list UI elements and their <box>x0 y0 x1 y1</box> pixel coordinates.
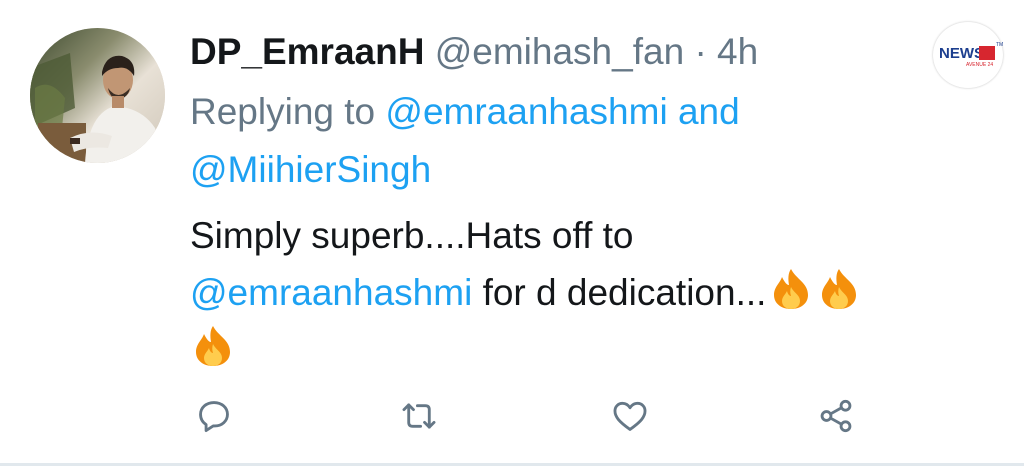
reply-mention-link[interactable]: @emraanhashmi <box>385 91 667 132</box>
tweet-content: DP_EmraanH @emihash_fan · 4h Replying to… <box>190 30 990 378</box>
reply-prefix: Replying to <box>190 91 376 132</box>
tweet-text-line: Simply superb....Hats off to <box>190 215 634 256</box>
tweet-time[interactable]: 4h <box>717 31 758 72</box>
heart-icon <box>613 401 647 431</box>
share-icon <box>820 399 852 433</box>
logo-sub: AVENUE 24 <box>966 62 993 68</box>
fire-emoji <box>190 324 236 368</box>
user-handle[interactable]: @emihash_fan <box>435 31 684 72</box>
logo-brand: NEWS <box>939 45 984 62</box>
replying-to: Replying to @emraanhashmi and @MiihierSi… <box>190 83 990 199</box>
retweet-icon <box>402 403 436 429</box>
fire-emoji <box>816 267 862 311</box>
tweet-header: DP_EmraanH @emihash_fan · 4h <box>190 30 990 74</box>
separator-dot: · <box>694 31 707 72</box>
fire-emoji <box>768 267 814 311</box>
avatar[interactable] <box>30 28 165 163</box>
reply-and-link[interactable]: and <box>678 91 740 132</box>
news-logo: NEWS TM AVENUE 24 <box>933 22 1003 88</box>
tweet-text-line: for d dedication... <box>482 272 767 313</box>
retweet-button[interactable] <box>397 394 441 438</box>
tweet[interactable]: DP_EmraanH @emihash_fan · 4h Replying to… <box>0 0 1024 466</box>
logo-tm: TM <box>996 42 1003 48</box>
reply-button[interactable] <box>192 394 236 438</box>
like-button[interactable] <box>608 394 652 438</box>
reply-icon <box>199 401 229 432</box>
share-button[interactable] <box>814 394 858 438</box>
tweet-text: Simply superb....Hats off to @emraanhash… <box>190 207 990 378</box>
tweet-actions <box>192 394 892 438</box>
reply-mention-link[interactable]: @MiihierSingh <box>190 149 431 190</box>
body-mention-link[interactable]: @emraanhashmi <box>190 272 472 313</box>
display-name[interactable]: DP_EmraanH <box>190 31 424 72</box>
